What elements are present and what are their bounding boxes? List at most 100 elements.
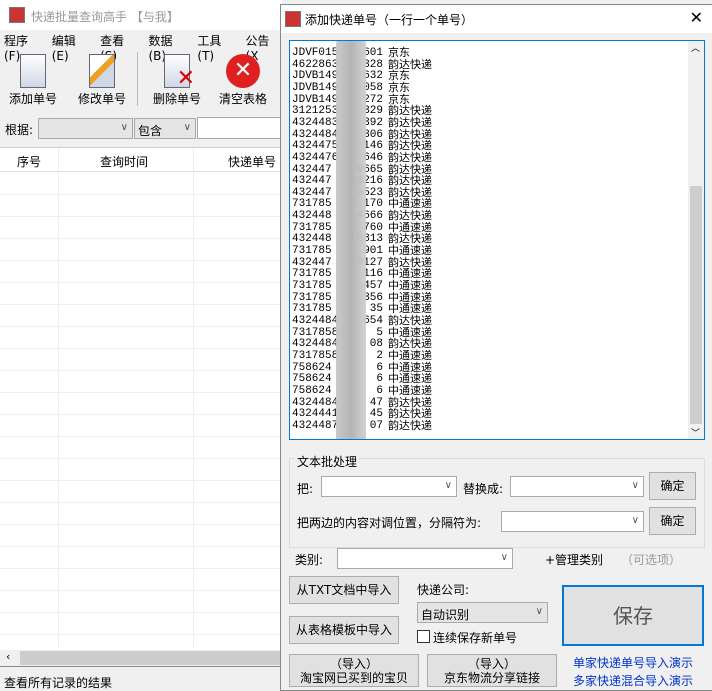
number-prefix: 432447 xyxy=(292,256,332,269)
close-icon[interactable]: ✕ xyxy=(690,8,703,27)
category-select[interactable]: ∨ xyxy=(337,548,513,569)
number-prefix: 731785 xyxy=(292,221,332,234)
delete-number-button[interactable]: ✕ 删除单号 xyxy=(146,54,208,107)
number-line: JDVB149 058 京东 xyxy=(292,81,442,94)
continuous-save-checkbox[interactable] xyxy=(417,630,430,643)
company-name: 韵达快递 xyxy=(388,162,432,176)
company-name: 韵达快递 xyxy=(388,127,432,141)
number-line: 731785 457 中通速递 xyxy=(292,280,442,293)
number-line: 4324487 07 韵达快递 xyxy=(292,418,442,432)
number-suffix: 601 xyxy=(363,47,383,59)
status-text: 查看所有记录的结果 xyxy=(4,676,113,690)
number-line: 3121253 329 韵达快递 xyxy=(292,105,442,118)
company-name: 京东 xyxy=(388,69,410,83)
company-name: 韵达快递 xyxy=(388,418,432,432)
number-line: 731785 35 中通速递 xyxy=(292,303,442,316)
number-prefix: 4324475 xyxy=(292,140,339,153)
company-name: 中通速递 xyxy=(388,220,432,234)
number-prefix: 731785 xyxy=(292,291,332,304)
col-index: 序号 xyxy=(17,155,42,169)
number-prefix: 4324487 xyxy=(292,419,339,432)
number-prefix: JDVB149 xyxy=(292,93,339,106)
company-name: 中通速递 xyxy=(388,267,432,281)
import-txt-button[interactable]: 从TXT文档中导入 xyxy=(289,576,399,604)
number-suffix: 6 xyxy=(376,373,383,386)
number-prefix: 3121253 xyxy=(292,105,339,118)
edit-number-button[interactable]: 修改单号 xyxy=(71,54,133,107)
col-time: 查询时间 xyxy=(100,155,149,169)
document-icon xyxy=(20,54,46,88)
multi-import-demo-link[interactable]: 多家快递混合导入演示 xyxy=(573,672,693,689)
filter-label: 根据: xyxy=(5,123,34,137)
horizontal-scrollbar[interactable]: ‹ xyxy=(0,650,282,666)
number-suffix: 457 xyxy=(363,280,383,292)
number-prefix: 731785 xyxy=(292,198,332,211)
redaction-blur xyxy=(336,41,366,439)
import-table-button[interactable]: 从表格模板中导入 xyxy=(289,616,399,644)
number-suffix: 45 xyxy=(369,408,383,421)
replace-ok-button[interactable]: 确定 xyxy=(649,472,696,500)
company-name: 韵达快递 xyxy=(388,395,432,409)
number-suffix: 35 xyxy=(369,303,383,316)
filter-field-select[interactable]: ∨ xyxy=(38,118,133,139)
vertical-scrollbar[interactable]: ︿ ﹀ xyxy=(688,41,704,439)
filter-value-input[interactable] xyxy=(197,117,282,139)
number-prefix: 731785 xyxy=(292,268,332,281)
number-line: 432447 9216 韵达快递 xyxy=(292,175,442,188)
import-taobao-button[interactable]: （导入） 淘宝网已买到的宝贝 xyxy=(289,654,419,687)
separator-select[interactable]: ∨ xyxy=(501,511,644,532)
from-select[interactable]: ∨ xyxy=(321,476,457,497)
to-select[interactable]: ∨ xyxy=(510,476,644,497)
company-name: 中通速递 xyxy=(388,348,432,362)
company-name: 韵达快递 xyxy=(388,209,432,223)
number-line: JDVB149 632 京东 xyxy=(292,69,442,83)
swap-label: 把两边的内容对调位置，分隔符为: xyxy=(297,516,482,530)
number-line: JDVB149 272 京东 xyxy=(292,93,442,106)
save-button[interactable]: 保存 xyxy=(562,585,704,646)
toolbar-separator xyxy=(137,52,138,106)
number-suffix: 07 xyxy=(369,419,383,432)
filter-op-select[interactable]: 包含 ∨ xyxy=(134,118,196,139)
numbers-textarea[interactable]: 4324487 07 韵达快递 4324441 45 韵达快递 4324484 47 韵达快递 7… xyxy=(289,40,705,440)
number-line: 432448 8813 韵达快递 xyxy=(292,233,442,246)
number-prefix: 432448 xyxy=(292,210,332,223)
delete-doc-icon: ✕ xyxy=(164,54,195,91)
number-suffix: 272 xyxy=(363,93,383,106)
category-label: 类别: xyxy=(295,553,324,567)
company-label: 快递公司: xyxy=(417,583,470,597)
number-line: 731785 356 中通速递 xyxy=(292,291,442,304)
number-suffix: 2 xyxy=(376,349,383,362)
number-line: 432447 9127 韵达快递 xyxy=(292,256,442,269)
number-prefix: 432447 xyxy=(292,163,332,176)
number-suffix: 6 xyxy=(376,384,383,397)
number-prefix: 4622863 xyxy=(292,58,339,71)
number-suffix: 116 xyxy=(363,268,383,281)
manage-category-link[interactable]: +管理类别 xyxy=(545,551,603,568)
number-line: 432447 0665 韵达快递 xyxy=(292,162,442,176)
single-import-demo-link[interactable]: 单家快递单号导入演示 xyxy=(573,654,693,671)
number-prefix: 4324483 xyxy=(292,116,339,129)
company-select[interactable]: 自动识别 ∨ xyxy=(417,602,548,623)
to-label: 替换成: xyxy=(463,482,504,496)
delete-label: 删除单号 xyxy=(152,92,201,106)
add-number-button[interactable]: 添加单号 xyxy=(2,54,64,107)
number-prefix: 4324484 xyxy=(292,396,339,409)
dialog-icon xyxy=(285,11,301,27)
company-name: 韵达快递 xyxy=(388,115,432,129)
number-prefix: 7317858 xyxy=(292,326,339,339)
number-line: 7317858 2 中通速递 xyxy=(292,348,442,362)
number-line: 731785 901 中通速递 xyxy=(292,245,442,258)
number-line: 4324483 392 韵达快递 xyxy=(292,115,442,129)
number-line: JDVF015 601 京东 xyxy=(292,47,442,60)
swap-ok-button[interactable]: 确定 xyxy=(649,507,696,535)
company-name: 中通速递 xyxy=(388,372,432,386)
import-jd-button[interactable]: （导入） 京东物流分享链接 xyxy=(427,654,557,687)
number-prefix: 4324484 xyxy=(292,338,339,351)
number-line: 4324484 47 韵达快递 xyxy=(292,395,442,409)
number-suffix: 306 xyxy=(363,128,383,141)
main-titlebar: 快递批量查询高手 【与我】 xyxy=(0,0,282,30)
continuous-save-label: 连续保存新单号 xyxy=(433,631,518,645)
add-label: 添加单号 xyxy=(8,92,57,106)
number-line: 4324441 45 韵达快递 xyxy=(292,408,442,421)
clear-table-button[interactable]: ✕ 清空表格 xyxy=(212,54,274,107)
